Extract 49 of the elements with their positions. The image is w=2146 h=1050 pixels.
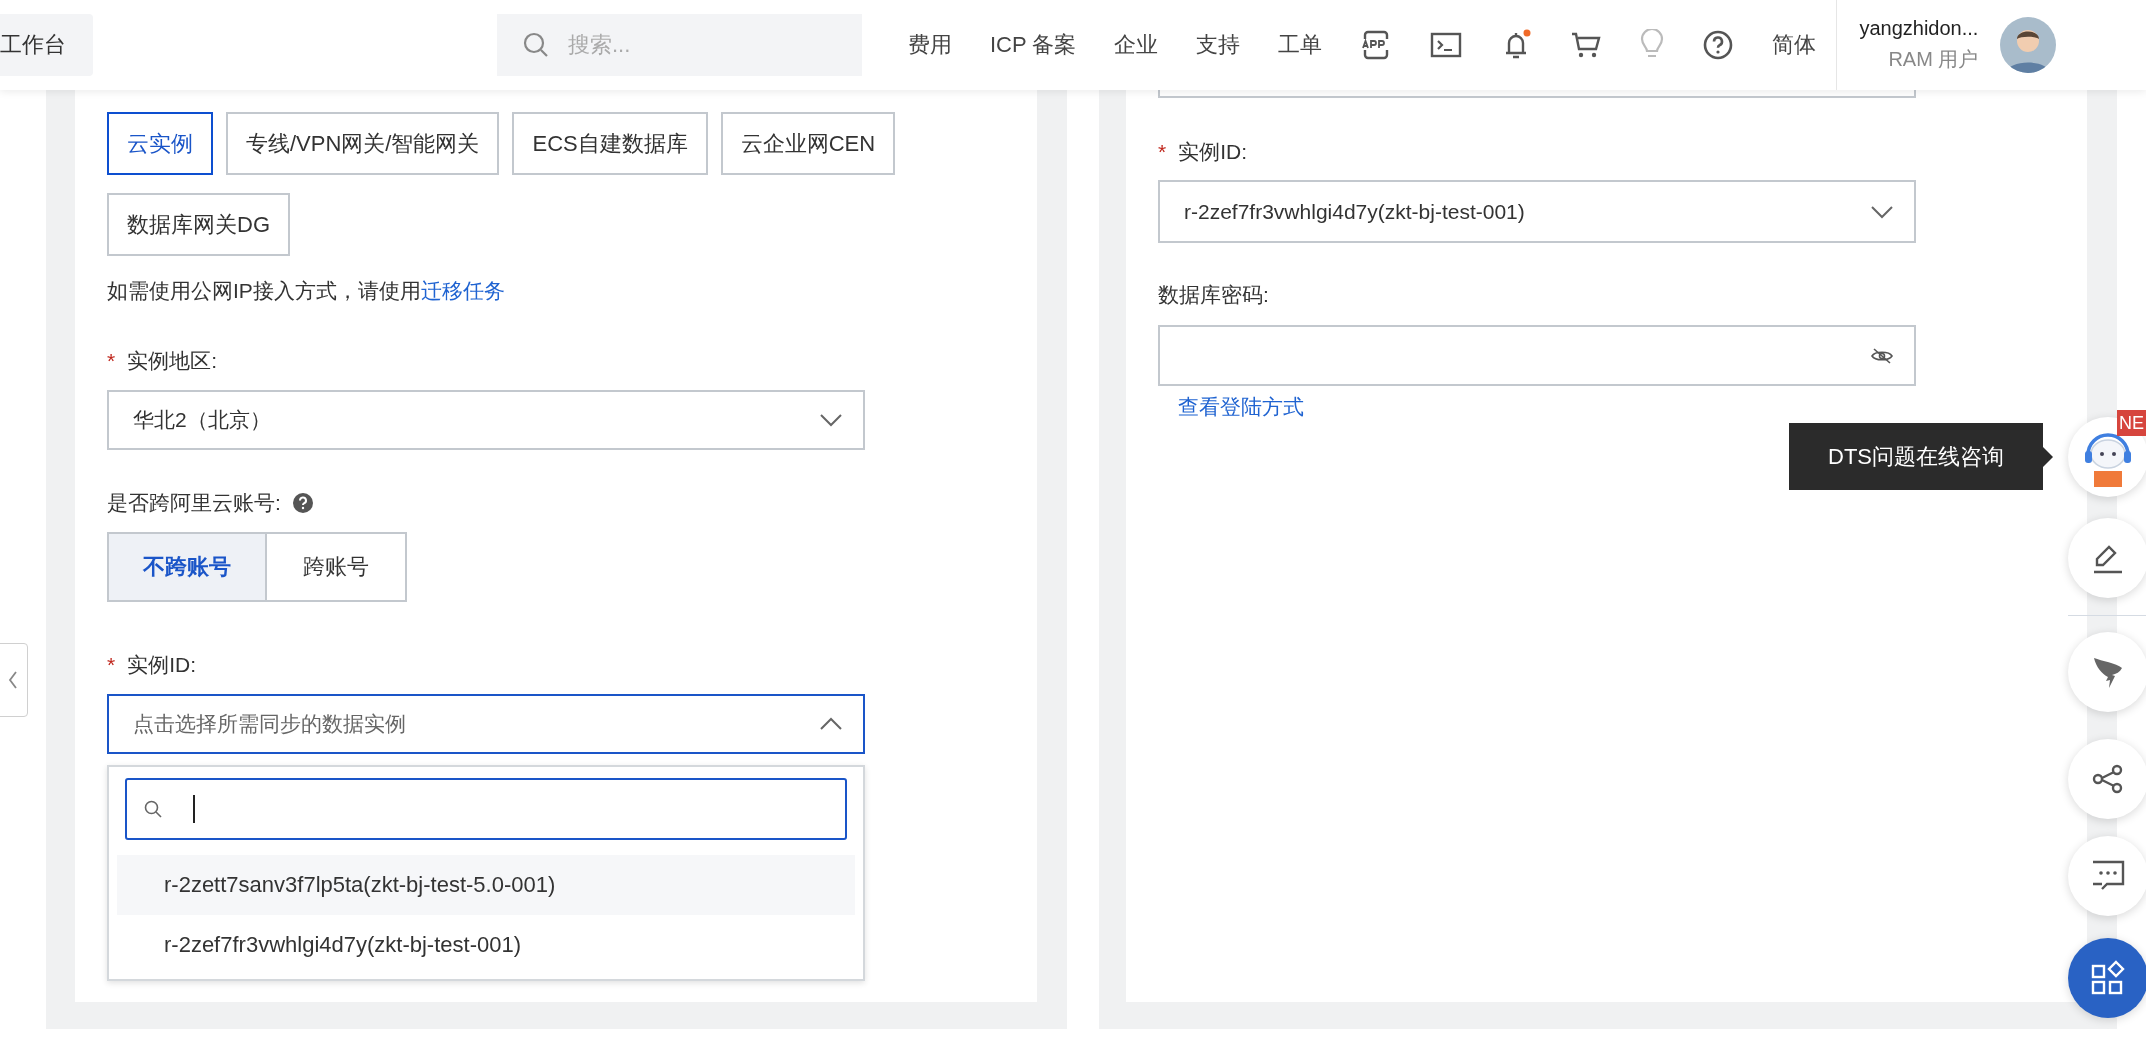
chevron-left-icon	[8, 670, 18, 690]
required-mark: *	[107, 653, 116, 677]
password-field[interactable]	[1158, 325, 1916, 386]
access-type-option[interactable]: 数据库网关DG	[107, 193, 290, 256]
field-label: 是否跨阿里云账号:	[107, 490, 281, 516]
account-option[interactable]: 跨账号	[267, 532, 407, 602]
nav-link[interactable]: 费用	[908, 30, 952, 60]
search-icon	[143, 799, 163, 819]
instance-select[interactable]: r-2zef7fr3vwhlgi4d7y(zkt-bj-test-001)	[1158, 180, 1916, 243]
nav-link[interactable]: 支持	[1196, 30, 1241, 60]
sidebar-toggle[interactable]	[0, 643, 28, 717]
instance-option[interactable]: r-2zett7sanv3f7lp5ta(zkt-bj-test-5.0-001)	[117, 855, 855, 915]
chevron-up-icon	[819, 717, 843, 731]
chevron-down-icon	[1870, 204, 1894, 219]
field-label: 数据库密码:	[1158, 282, 1269, 308]
help-icon[interactable]	[292, 493, 313, 513]
instance-option[interactable]: r-2zef7fr3vwhlgi4d7y(zkt-bj-test-001)	[117, 915, 855, 975]
terminal-icon[interactable]	[1430, 31, 1463, 59]
help-icon[interactable]	[1702, 29, 1735, 61]
search-icon	[522, 31, 550, 59]
login-method-link[interactable]: 查看登陆方式	[1178, 392, 1304, 422]
nav-link[interactable]: 工单	[1278, 30, 1323, 60]
chevron-down-icon	[819, 413, 843, 427]
nav-link[interactable]: 企业	[1114, 30, 1159, 60]
new-badge: NE	[2117, 410, 2146, 436]
eye-off-icon[interactable]	[1870, 347, 1894, 364]
access-type-option[interactable]: 云实例	[107, 112, 213, 175]
access-type-option[interactable]: ECS自建数据库	[512, 112, 708, 175]
region-select[interactable]: 华北2（北京）	[107, 390, 865, 450]
field-label: 实例ID:	[127, 652, 197, 678]
language-menu[interactable]: 简体	[1772, 30, 1817, 60]
user-role: RAM 用户	[1888, 47, 1979, 72]
text-cursor	[193, 795, 195, 823]
user-name[interactable]: yangzhidon...	[1859, 17, 1979, 40]
migration-task-link[interactable]: 迁移任务	[420, 279, 505, 302]
required-mark: *	[1158, 140, 1167, 164]
access-type-option[interactable]: 专线/VPN网关/智能网关	[226, 112, 500, 175]
workbench-button[interactable]: 工作台	[0, 14, 93, 76]
required-mark: *	[107, 349, 116, 373]
apps-icon	[2090, 960, 2126, 996]
tooltip: DTS问题在线咨询	[1789, 423, 2053, 490]
hint-text: 如需使用公网IP接入方式，请使用迁移任务	[107, 278, 506, 304]
field-label: 实例ID:	[1178, 139, 1248, 165]
search-field[interactable]	[125, 778, 847, 840]
field-label: 实例地区:	[127, 348, 218, 374]
access-type-option[interactable]: 云企业网CEN	[720, 112, 896, 175]
account-option[interactable]: 不跨账号	[107, 532, 267, 602]
nav-link[interactable]: ICP 备案	[990, 30, 1077, 60]
instance-select[interactable]: 点击选择所需同步的数据实例	[107, 694, 865, 754]
